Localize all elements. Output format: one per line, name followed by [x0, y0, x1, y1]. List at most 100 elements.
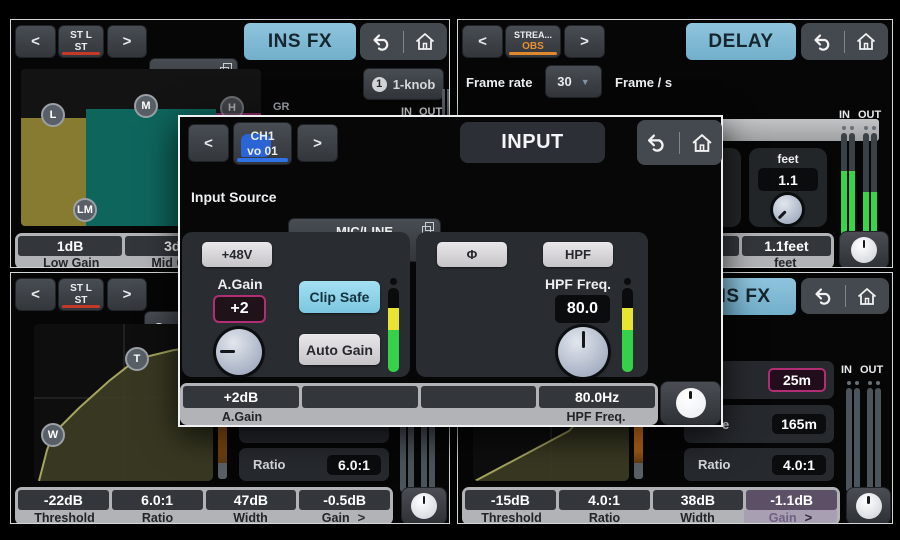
- phase-hpf-card: Φ HPF HPF Freq. 80.0: [416, 232, 648, 377]
- width-handle[interactable]: W: [41, 423, 65, 447]
- next-channel-button[interactable]: >: [107, 25, 147, 58]
- delay-feet-card: feet 1.1: [749, 148, 827, 227]
- next-channel-button[interactable]: >: [107, 278, 147, 311]
- hpf-freq-knob[interactable]: [558, 327, 608, 377]
- param-label-gain-selected: Gain >: [744, 510, 837, 524]
- touch-and-turn-knob-button[interactable]: [839, 231, 889, 268]
- param-row-value: 165m: [772, 414, 826, 434]
- dropdown-arrow-icon: ▼: [581, 77, 590, 87]
- system-buttons: [360, 23, 447, 60]
- param-cell-width[interactable]: 38dB: [653, 490, 744, 510]
- auto-gain-button[interactable]: Auto Gain: [299, 334, 380, 365]
- phantom-48v-button[interactable]: +48V: [202, 242, 272, 267]
- low-band-handle[interactable]: L: [41, 103, 65, 127]
- undo-icon[interactable]: [812, 33, 834, 51]
- param-cell-hpf[interactable]: 80.0Hz: [539, 386, 655, 408]
- prev-channel-button[interactable]: <: [15, 25, 56, 58]
- prev-channel-button[interactable]: <: [188, 124, 229, 162]
- clip-safe-button[interactable]: Clip Safe: [299, 281, 380, 313]
- undo-icon[interactable]: [371, 33, 393, 51]
- again-value[interactable]: +2: [213, 295, 266, 323]
- param-label: Width: [204, 510, 297, 524]
- home-icon[interactable]: [856, 287, 878, 306]
- param-cell-threshold[interactable]: -22dB: [18, 490, 109, 510]
- param-cell-width[interactable]: 47dB: [206, 490, 297, 510]
- hpf-freq-value[interactable]: 80.0: [555, 295, 610, 323]
- in-meter: [854, 381, 860, 492]
- undo-icon[interactable]: [813, 287, 835, 305]
- param-label: HPF Freq.: [537, 408, 655, 425]
- param-label: Ratio: [558, 510, 651, 524]
- param-row-ratio[interactable]: Ratio 6.0:1: [239, 448, 389, 481]
- hpf-button[interactable]: HPF: [543, 242, 613, 267]
- param-cell-gain[interactable]: -0.5dB: [299, 490, 390, 510]
- next-channel-button[interactable]: >: [297, 124, 338, 162]
- one-knob-button[interactable]: 1 1-knob: [363, 68, 444, 100]
- home-icon[interactable]: [414, 32, 436, 51]
- analog-gain-card: +48V A.Gain +2 Clip Safe Auto Gain: [182, 232, 410, 377]
- channel-name: STREA...: [514, 30, 552, 41]
- param-cell-gain-selected[interactable]: -1.1dB: [746, 490, 837, 510]
- frame-rate-dropdown[interactable]: 30 ▼: [545, 65, 602, 98]
- channel-color-bar: [62, 305, 100, 309]
- threshold-handle[interactable]: T: [125, 347, 149, 371]
- param-cell-threshold[interactable]: -15dB: [465, 490, 556, 510]
- param-cell-ratio[interactable]: 6.0:1: [112, 490, 203, 510]
- input-level-meter: [622, 278, 633, 372]
- channel-select-button[interactable]: ST L ST: [58, 25, 104, 58]
- channel-color-bar: [237, 158, 288, 162]
- out-label: OUT: [858, 109, 881, 121]
- home-icon[interactable]: [690, 133, 714, 153]
- phase-button[interactable]: Φ: [437, 242, 507, 267]
- next-channel-button[interactable]: >: [564, 25, 605, 58]
- param-row-value: 4.0:1: [772, 455, 826, 475]
- mid-band-handle[interactable]: M: [134, 94, 158, 118]
- input-popup: < CH1 vo 01 > INPUT Input Source MIC/LIN…: [178, 115, 723, 427]
- divider: [403, 31, 404, 53]
- parameter-bar: -15dB 4.0:1 38dB -1.1dB Threshold Ratio …: [462, 487, 840, 524]
- param-cell[interactable]: [421, 386, 537, 408]
- mixer-multiview: < ST L ST > M.B.Comp INS FX: [0, 0, 900, 540]
- param-label: Gain >: [297, 510, 390, 524]
- screen-title: DELAY: [686, 23, 796, 60]
- param-cell-again[interactable]: +2dB: [183, 386, 299, 408]
- parameter-bar: +2dB 80.0Hz A.Gain HPF Freq.: [180, 383, 658, 425]
- delay-knob[interactable]: [773, 195, 802, 224]
- undo-icon[interactable]: [645, 133, 669, 152]
- out-meter: [867, 381, 873, 492]
- param-cell[interactable]: 1.1feet: [742, 236, 831, 256]
- param-row-label: Ratio: [253, 457, 286, 472]
- param-row-label: Ratio: [698, 457, 731, 472]
- param-cell-ratio[interactable]: 4.0:1: [559, 490, 650, 510]
- param-label: Ratio: [111, 510, 204, 524]
- prev-channel-button[interactable]: <: [462, 25, 503, 58]
- touch-and-turn-knob-button[interactable]: [660, 381, 721, 425]
- more-params-chevron[interactable]: >: [358, 510, 366, 524]
- channel-name: ST L: [70, 30, 92, 42]
- parameter-bar: -22dB 6.0:1 47dB -0.5dB Threshold Ratio …: [15, 487, 393, 524]
- home-icon[interactable]: [855, 32, 877, 51]
- more-params-chevron[interactable]: >: [805, 510, 813, 524]
- channel-color-bar: [509, 52, 557, 56]
- channel-select-button[interactable]: STREA... OBS: [505, 25, 561, 58]
- delay-value[interactable]: 1.1: [758, 168, 818, 191]
- param-row-label: e: [722, 417, 729, 432]
- prev-channel-button[interactable]: <: [15, 278, 56, 311]
- param-label: [301, 408, 419, 425]
- param-cell[interactable]: [302, 386, 418, 408]
- touch-and-turn-knob-button[interactable]: [401, 487, 447, 524]
- divider: [845, 285, 846, 307]
- gain-label: Gain: [322, 511, 350, 525]
- in-label: IN: [839, 109, 850, 121]
- knob-icon: [851, 237, 877, 263]
- meter-labels: IN OUT: [841, 364, 883, 376]
- channel-select-button[interactable]: ST L ST: [58, 278, 104, 311]
- touch-and-turn-knob-button[interactable]: [846, 487, 891, 524]
- low-mid-crossover-handle[interactable]: LM: [73, 198, 97, 222]
- again-knob[interactable]: [216, 329, 262, 375]
- param-row-ratio[interactable]: Ratio 4.0:1: [684, 448, 834, 481]
- param-cell[interactable]: 1dB: [18, 236, 122, 256]
- knob-icon: [411, 493, 437, 519]
- channel-select-button[interactable]: CH1 vo 01: [233, 122, 292, 165]
- meter-labels: IN OUT: [839, 109, 881, 121]
